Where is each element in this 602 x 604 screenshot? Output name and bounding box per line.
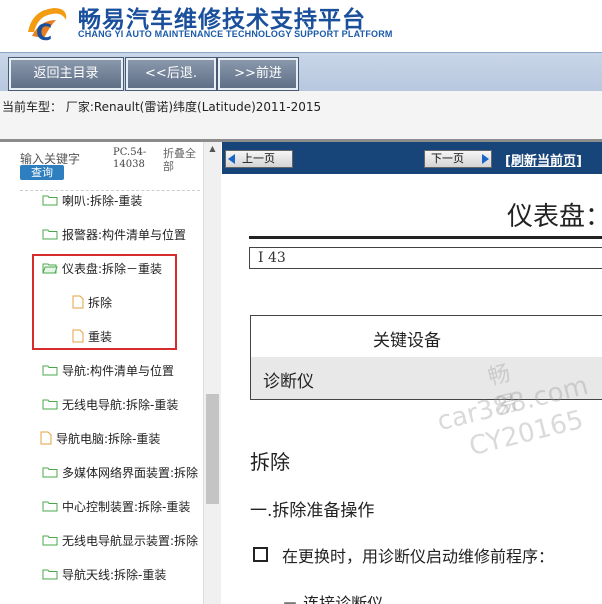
table-cell: 诊断仪 xyxy=(263,372,314,392)
folder-icon xyxy=(42,467,58,478)
table-row: 诊断仪 xyxy=(250,357,602,400)
app-header: C 畅易汽车维修技术支持平台 CHANG YI AUTO MAINTENANCE… xyxy=(0,0,602,52)
folder-icon xyxy=(42,569,58,580)
tree-item-label: 导航:构件清单与位置 xyxy=(62,363,175,378)
folder-icon xyxy=(42,229,58,240)
refresh-link[interactable]: [刷新当前页] xyxy=(505,150,582,169)
scroll-up-arrow-icon[interactable]: ▲ xyxy=(204,142,221,156)
folder-icon xyxy=(42,399,58,410)
document-content: 仪表盘： I 43 关键设备 诊断仪 拆除 一.拆除准备操作 在更换时，用诊断仪… xyxy=(222,174,602,604)
svg-text:C: C xyxy=(36,21,52,46)
content-toolbar: 上一页 下一页 [刷新当前页] xyxy=(222,142,602,174)
tree-item-label: 导航电脑:拆除-重装 xyxy=(56,431,161,446)
next-page-button[interactable]: 下一页 xyxy=(424,150,492,168)
current-vehicle: 当前车型： 厂家:Renault(雷诺)纬度(Latitude)2011-201… xyxy=(2,100,322,114)
brand-logo: C xyxy=(28,8,67,46)
subsection-heading: 一.拆除准备操作 xyxy=(250,501,375,521)
tree-item-label: 报警器:构件清单与位置 xyxy=(62,227,187,242)
nav-bar: 返回主目录 <<后退. >>前进 xyxy=(0,52,602,92)
checkbox-icon xyxy=(253,547,268,562)
collapse-line2: 部 xyxy=(163,160,174,173)
tree-item[interactable]: 无线电导航:拆除-重装 xyxy=(42,394,178,414)
tree-item[interactable]: 报警器:构件清单与位置 xyxy=(42,224,186,244)
sub-step-text: － 连接诊断仪 xyxy=(282,594,384,604)
tree-item[interactable]: 导航:构件清单与位置 xyxy=(42,360,174,380)
pc-label-line1: PC.54- xyxy=(113,147,147,158)
tree-item-label: 中心控制装置:拆除-重装 xyxy=(62,499,191,514)
table-header-text: 关键设备 xyxy=(373,331,441,351)
doc-title: 仪表盘： xyxy=(507,202,602,232)
search-button[interactable]: 查询 xyxy=(20,165,64,180)
tree-item-label: 导航天线:拆除-重装 xyxy=(62,567,167,582)
tree-item[interactable]: 导航天线:拆除-重装 xyxy=(42,564,166,584)
pc-label: PC.54- 14038 xyxy=(113,147,146,171)
arrow-right-icon xyxy=(482,154,489,164)
collapse-line1: 折叠全 xyxy=(163,147,196,160)
forward-button[interactable]: >>前进 xyxy=(218,58,298,90)
folder-icon xyxy=(42,195,58,206)
scroll-thumb[interactable] xyxy=(206,394,219,504)
sidebar-scrollbar[interactable]: ▲ xyxy=(203,142,221,604)
tree-item-label: 喇叭:拆除-重装 xyxy=(62,193,143,208)
section-heading: 拆除 xyxy=(250,450,290,474)
sidebar: 输入关键字 查询 PC.54- 14038 折叠全 部 喇叭:拆除-重装 报警器:… xyxy=(0,142,220,604)
highlight-box xyxy=(32,254,177,350)
table-header: 关键设备 xyxy=(250,315,602,359)
step-text: 在更换时，用诊断仪启动维修前程序： xyxy=(282,547,555,566)
back-button[interactable]: <<后退. xyxy=(126,58,216,90)
home-button[interactable]: 返回主目录 xyxy=(9,58,123,90)
code-box: I 43 xyxy=(249,247,602,269)
tree-item[interactable]: 喇叭:拆除-重装 xyxy=(42,190,142,210)
folder-icon xyxy=(42,365,58,376)
vehicle-bar: 当前车型： 厂家:Renault(雷诺)纬度(Latitude)2011-201… xyxy=(0,91,602,139)
title-rule xyxy=(249,236,602,239)
tree-item[interactable]: 中心控制装置:拆除-重装 xyxy=(42,496,190,516)
prev-page-label: 上一页 xyxy=(242,152,275,165)
next-page-label: 下一页 xyxy=(431,152,464,165)
arrow-left-icon xyxy=(228,154,235,164)
tree-item-label: 无线电导航显示装置:拆除 xyxy=(62,533,199,548)
tree-item[interactable]: 导航电脑:拆除-重装 xyxy=(40,428,160,448)
tree-item-label: 无线电导航:拆除-重装 xyxy=(62,397,179,412)
tree-item[interactable]: 无线电导航显示装置:拆除 xyxy=(42,530,198,550)
tree-item[interactable]: 多媒体网络界面装置:拆除 xyxy=(42,462,198,482)
watermark-line3: CY20165 xyxy=(466,404,587,463)
pc-label-line2: 14038 xyxy=(113,159,145,170)
doc-code: I 43 xyxy=(258,250,286,266)
file-icon xyxy=(40,431,52,445)
prev-page-button[interactable]: 上一页 xyxy=(225,150,293,168)
folder-icon xyxy=(42,535,58,546)
collapse-all-button[interactable]: 折叠全 部 xyxy=(163,147,196,173)
brand-subtitle: CHANG YI AUTO MAINTENANCE TECHNOLOGY SUP… xyxy=(78,29,393,39)
folder-icon xyxy=(42,501,58,512)
tree-item-label: 多媒体网络界面装置:拆除 xyxy=(62,465,199,480)
